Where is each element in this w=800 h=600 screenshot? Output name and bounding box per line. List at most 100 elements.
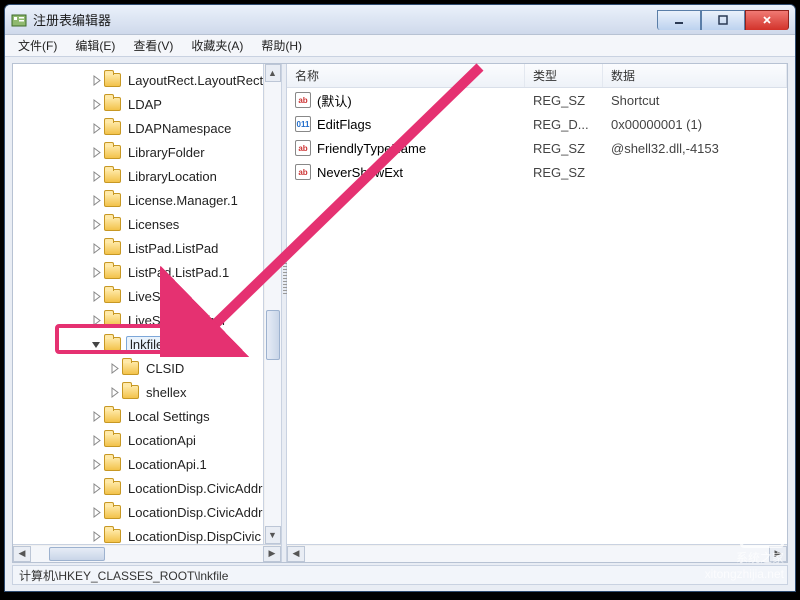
menu-view[interactable]: 查看(V) xyxy=(124,35,182,56)
expander-closed-icon[interactable] xyxy=(91,411,102,422)
tree-node-label: LibraryFolder xyxy=(126,145,207,160)
column-name[interactable]: 名称 xyxy=(287,64,525,87)
expander-closed-icon[interactable] xyxy=(91,507,102,518)
column-data[interactable]: 数据 xyxy=(603,64,787,87)
scroll-thumb[interactable] xyxy=(49,547,105,561)
tree-node[interactable]: LocationDisp.DispCivic xyxy=(13,524,281,544)
scroll-thumb[interactable] xyxy=(266,310,280,360)
value-data: Shortcut xyxy=(603,93,787,108)
expander-closed-icon[interactable] xyxy=(91,243,102,254)
tree-node-label: LiveScript xyxy=(126,289,187,304)
tree-node[interactable]: License.Manager.1 xyxy=(13,188,281,212)
tree-horizontal-scrollbar[interactable]: ◀ ▶ xyxy=(13,544,281,562)
expander-closed-icon[interactable] xyxy=(91,459,102,470)
tree-vertical-scrollbar[interactable]: ▲ ▼ xyxy=(263,64,281,544)
expander-closed-icon[interactable] xyxy=(91,435,102,446)
expander-closed-icon[interactable] xyxy=(91,315,102,326)
tree-node[interactable]: LDAP xyxy=(13,92,281,116)
close-button[interactable] xyxy=(745,10,789,30)
scroll-track[interactable] xyxy=(265,82,281,526)
expander-closed-icon[interactable] xyxy=(109,363,120,374)
tree-node[interactable]: Local Settings xyxy=(13,404,281,428)
status-path: 计算机\HKEY_CLASSES_ROOT\lnkfile xyxy=(19,567,228,584)
tree-node-label: LocationDisp.CivicAddr xyxy=(126,481,264,496)
window-title: 注册表编辑器 xyxy=(33,10,657,29)
tree-node[interactable]: LDAPNamespace xyxy=(13,116,281,140)
folder-icon xyxy=(104,409,121,423)
expander-closed-icon[interactable] xyxy=(91,291,102,302)
menu-edit[interactable]: 编辑(E) xyxy=(66,35,124,56)
tree-node[interactable]: LibraryLocation xyxy=(13,164,281,188)
registry-tree[interactable]: LayoutRect.LayoutRect LDAP LDAPNamespace Li… xyxy=(13,64,281,544)
string-value-icon: ab xyxy=(295,92,311,108)
tree-node[interactable]: shellex xyxy=(13,380,281,404)
tree-node-label: LDAPNamespace xyxy=(126,121,233,136)
tree-node-label: LayoutRect.LayoutRect xyxy=(126,73,265,88)
expander-closed-icon[interactable] xyxy=(91,123,102,134)
folder-icon xyxy=(104,217,121,231)
scroll-track[interactable] xyxy=(305,546,769,562)
folder-icon xyxy=(104,121,121,135)
expander-closed-icon[interactable] xyxy=(91,531,102,542)
expander-open-icon[interactable] xyxy=(91,339,102,350)
tree-node[interactable]: LiveScript Author xyxy=(13,308,281,332)
tree-node[interactable]: LiveScript xyxy=(13,284,281,308)
value-row[interactable]: ab(默认)REG_SZShortcut xyxy=(287,88,787,112)
scroll-right-button[interactable]: ▶ xyxy=(263,546,281,562)
scroll-left-button[interactable]: ◀ xyxy=(287,546,305,562)
tree-node[interactable]: CLSID xyxy=(13,356,281,380)
title-bar[interactable]: 注册表编辑器 xyxy=(5,5,795,35)
value-type: REG_SZ xyxy=(525,141,603,156)
menu-fav[interactable]: 收藏夹(A) xyxy=(182,35,252,56)
value-row[interactable]: abFriendlyTypeNameREG_SZ@shell32.dll,-41… xyxy=(287,136,787,160)
value-row[interactable]: 011EditFlagsREG_D...0x00000001 (1) xyxy=(287,112,787,136)
tree-node[interactable]: LocationApi.1 xyxy=(13,452,281,476)
tree-node[interactable]: lnkfile xyxy=(13,332,281,356)
tree-node[interactable]: LocationDisp.CivicAddr xyxy=(13,476,281,500)
tree-node-label: ListPad.ListPad.1 xyxy=(126,265,231,280)
tree-node-label: ListPad.ListPad xyxy=(126,241,220,256)
tree-node[interactable]: LocationDisp.CivicAddr xyxy=(13,500,281,524)
scroll-track[interactable] xyxy=(31,546,263,562)
menu-file[interactable]: 文件(F) xyxy=(9,35,66,56)
window-frame: 注册表编辑器 文件(F) 编辑(E) 查看(V) 收藏夹(A) 帮助(H) La… xyxy=(4,4,796,592)
expander-closed-icon[interactable] xyxy=(91,267,102,278)
tree-node-label: LocationDisp.DispCivic xyxy=(126,529,263,544)
client-area: LayoutRect.LayoutRect LDAP LDAPNamespace Li… xyxy=(12,63,788,563)
tree-node-label: LDAP xyxy=(126,97,164,112)
scroll-down-button[interactable]: ▼ xyxy=(265,526,281,544)
expander-closed-icon[interactable] xyxy=(91,147,102,158)
scroll-up-button[interactable]: ▲ xyxy=(265,64,281,82)
menu-help[interactable]: 帮助(H) xyxy=(252,35,311,56)
expander-closed-icon[interactable] xyxy=(91,483,102,494)
expander-closed-icon[interactable] xyxy=(91,99,102,110)
expander-closed-icon[interactable] xyxy=(91,75,102,86)
tree-node[interactable]: ListPad.ListPad.1 xyxy=(13,260,281,284)
values-list[interactable]: ab(默认)REG_SZShortcut011EditFlagsREG_D...… xyxy=(287,88,787,184)
tree-node[interactable]: LocationApi xyxy=(13,428,281,452)
value-row[interactable]: abNeverShowExtREG_SZ xyxy=(287,160,787,184)
tree-node-label: Licenses xyxy=(126,217,181,232)
tree-node[interactable]: Licenses xyxy=(13,212,281,236)
scroll-right-button[interactable]: ▶ xyxy=(769,546,787,562)
tree-node[interactable]: LibraryFolder xyxy=(13,140,281,164)
column-headers[interactable]: 名称 类型 数据 xyxy=(287,64,787,88)
value-name: NeverShowExt xyxy=(317,165,403,180)
list-horizontal-scrollbar[interactable]: ◀ ▶ xyxy=(287,544,787,562)
folder-icon xyxy=(104,433,121,447)
value-type: REG_D... xyxy=(525,117,603,132)
expander-closed-icon[interactable] xyxy=(91,219,102,230)
values-pane: 名称 类型 数据 ab(默认)REG_SZShortcut011EditFlag… xyxy=(287,64,787,562)
scroll-left-button[interactable]: ◀ xyxy=(13,546,31,562)
tree-node-label: LocationDisp.CivicAddr xyxy=(126,505,264,520)
expander-closed-icon[interactable] xyxy=(91,195,102,206)
folder-icon xyxy=(122,361,139,375)
expander-closed-icon[interactable] xyxy=(91,171,102,182)
binary-value-icon: 011 xyxy=(295,116,311,132)
column-type[interactable]: 类型 xyxy=(525,64,603,87)
maximize-button[interactable] xyxy=(701,10,745,30)
minimize-button[interactable] xyxy=(657,10,701,30)
tree-node[interactable]: ListPad.ListPad xyxy=(13,236,281,260)
expander-closed-icon[interactable] xyxy=(109,387,120,398)
tree-node[interactable]: LayoutRect.LayoutRect xyxy=(13,68,281,92)
